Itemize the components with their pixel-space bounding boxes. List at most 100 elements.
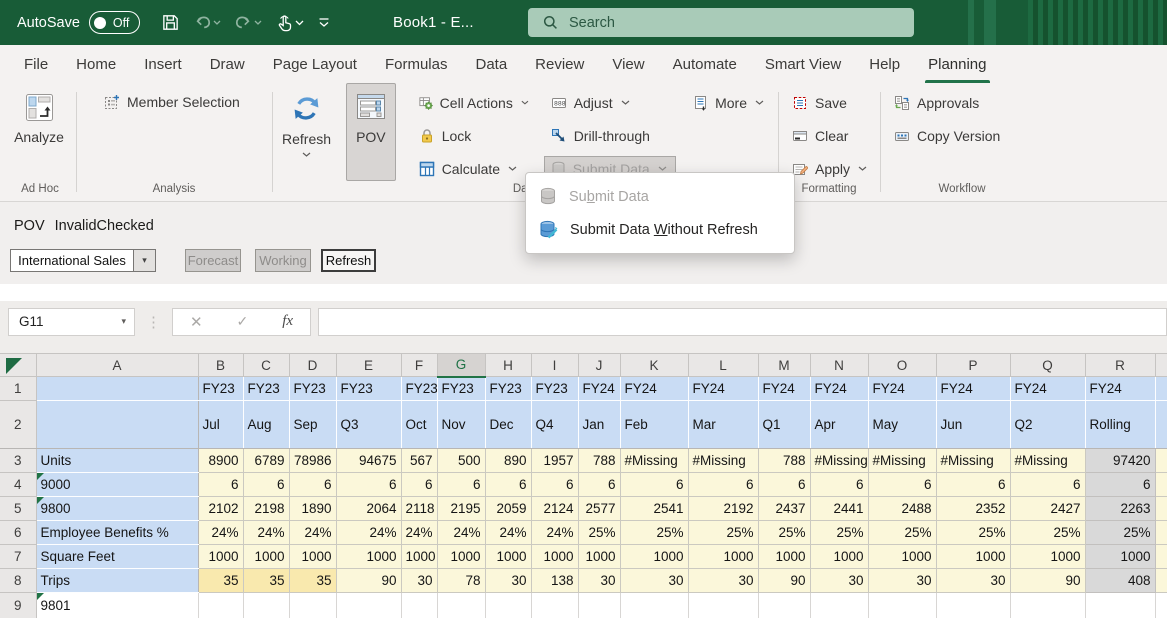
undo-dropdown-chevron-icon[interactable]: [213, 20, 221, 25]
cell-R2[interactable]: Rolling: [1085, 401, 1155, 449]
autosave-toggle[interactable]: Off: [89, 11, 140, 34]
cell-N7[interactable]: 1000: [810, 545, 868, 569]
cell-E8[interactable]: 90: [336, 569, 401, 593]
cell-Q7[interactable]: 1000: [1010, 545, 1085, 569]
cell-B5[interactable]: 2102: [198, 497, 243, 521]
cell-B8[interactable]: 35: [198, 569, 243, 593]
cell-G3[interactable]: 500: [437, 449, 485, 473]
cell-F7[interactable]: 1000: [401, 545, 437, 569]
cell-M9[interactable]: [758, 593, 810, 618]
formula-input[interactable]: [318, 308, 1167, 336]
drill-through-button[interactable]: Drill-through: [544, 123, 676, 148]
cell-J3[interactable]: 788: [578, 449, 620, 473]
cell-J2[interactable]: Jan: [578, 401, 620, 449]
cell-M8[interactable]: 90: [758, 569, 810, 593]
pov-forecast-button[interactable]: Forecast: [185, 249, 241, 272]
row-header-7[interactable]: 7: [0, 545, 36, 569]
cell-actions-button[interactable]: Cell Actions: [412, 90, 536, 115]
cell-K4[interactable]: 6: [620, 473, 688, 497]
cell-B7[interactable]: 1000: [198, 545, 243, 569]
pov-button[interactable]: POV: [346, 83, 396, 181]
cell-I5[interactable]: 2124: [531, 497, 578, 521]
cell-D2[interactable]: Sep: [289, 401, 336, 449]
col-header-C[interactable]: C: [243, 354, 289, 377]
cell-D8[interactable]: 35: [289, 569, 336, 593]
search-input[interactable]: Search: [528, 8, 914, 37]
touch-mouse-mode-button[interactable]: [271, 10, 309, 36]
cell-H9[interactable]: [485, 593, 531, 618]
cell-F8[interactable]: 30: [401, 569, 437, 593]
cell-I7[interactable]: 1000: [531, 545, 578, 569]
member-selection-button[interactable]: Member Selection: [97, 89, 247, 114]
cell-R8[interactable]: 408: [1085, 569, 1155, 593]
cell-C6[interactable]: 24%: [243, 521, 289, 545]
col-header-J[interactable]: J: [578, 354, 620, 377]
cell-G2[interactable]: Nov: [437, 401, 485, 449]
cell-M6[interactable]: 25%: [758, 521, 810, 545]
tab-page-layout[interactable]: Page Layout: [259, 45, 371, 83]
cell-R4[interactable]: 6: [1085, 473, 1155, 497]
cell-R3[interactable]: 97420: [1085, 449, 1155, 473]
tab-planning[interactable]: Planning: [914, 45, 1000, 83]
cell-I8[interactable]: 138: [531, 569, 578, 593]
cell-K5[interactable]: 2541: [620, 497, 688, 521]
cell-G7[interactable]: 1000: [437, 545, 485, 569]
col-header-R[interactable]: R: [1085, 354, 1155, 377]
cell-F5[interactable]: 2118: [401, 497, 437, 521]
cell-P3[interactable]: #Missing: [936, 449, 1010, 473]
tab-formulas[interactable]: Formulas: [371, 45, 462, 83]
cell-Q1[interactable]: FY24: [1010, 377, 1085, 401]
cell-K1[interactable]: FY24: [620, 377, 688, 401]
col-header-L[interactable]: L: [688, 354, 758, 377]
col-header-A[interactable]: A: [36, 354, 198, 377]
more-button[interactable]: More: [686, 90, 771, 115]
cell-partial-4[interactable]: [1155, 473, 1167, 497]
row-header-1[interactable]: 1: [0, 377, 36, 401]
cell-L6[interactable]: 25%: [688, 521, 758, 545]
pov-dimension-value[interactable]: International Sales: [10, 249, 133, 272]
cell-H4[interactable]: 6: [485, 473, 531, 497]
cell-Q3[interactable]: #Missing: [1010, 449, 1085, 473]
cell-O1[interactable]: FY24: [868, 377, 936, 401]
cell-F4[interactable]: 6: [401, 473, 437, 497]
redo-dropdown-chevron-icon[interactable]: [254, 20, 262, 25]
cell-B9[interactable]: [198, 593, 243, 618]
cell-O5[interactable]: 2488: [868, 497, 936, 521]
cell-N6[interactable]: 25%: [810, 521, 868, 545]
cell-M4[interactable]: 6: [758, 473, 810, 497]
col-header-Q[interactable]: Q: [1010, 354, 1085, 377]
cell-C4[interactable]: 6: [243, 473, 289, 497]
touch-mode-chevron-icon[interactable]: [295, 20, 304, 26]
cell-G4[interactable]: 6: [437, 473, 485, 497]
cell-N2[interactable]: Apr: [810, 401, 868, 449]
cell-partial-8[interactable]: [1155, 569, 1167, 593]
cell-P6[interactable]: 25%: [936, 521, 1010, 545]
cell-C9[interactable]: [243, 593, 289, 618]
col-header-H[interactable]: H: [485, 354, 531, 377]
cell-H3[interactable]: 890: [485, 449, 531, 473]
tab-file[interactable]: File: [10, 45, 62, 83]
analyze-button[interactable]: Analyze: [11, 83, 67, 181]
cell-partial-9[interactable]: [1155, 593, 1167, 618]
cell-J7[interactable]: 1000: [578, 545, 620, 569]
row-header-6[interactable]: 6: [0, 521, 36, 545]
cell-D7[interactable]: 1000: [289, 545, 336, 569]
cell-A9[interactable]: 9801: [36, 593, 198, 618]
cell-L8[interactable]: 30: [688, 569, 758, 593]
col-header-P[interactable]: P: [936, 354, 1010, 377]
cell-L1[interactable]: FY24: [688, 377, 758, 401]
cell-B6[interactable]: 24%: [198, 521, 243, 545]
cell-Q2[interactable]: Q2: [1010, 401, 1085, 449]
cell-E7[interactable]: 1000: [336, 545, 401, 569]
cell-I3[interactable]: 1957: [531, 449, 578, 473]
undo-button[interactable]: [189, 11, 226, 34]
col-header-K[interactable]: K: [620, 354, 688, 377]
cell-L2[interactable]: Mar: [688, 401, 758, 449]
menu-item-submit-data-without-refresh[interactable]: Submit Data Without Refresh: [526, 213, 794, 246]
cell-K8[interactable]: 30: [620, 569, 688, 593]
format-apply-button[interactable]: Apply: [785, 156, 874, 181]
cell-J6[interactable]: 25%: [578, 521, 620, 545]
cell-partial-1[interactable]: [1155, 377, 1167, 401]
col-header-E[interactable]: E: [336, 354, 401, 377]
cell-G5[interactable]: 2195: [437, 497, 485, 521]
